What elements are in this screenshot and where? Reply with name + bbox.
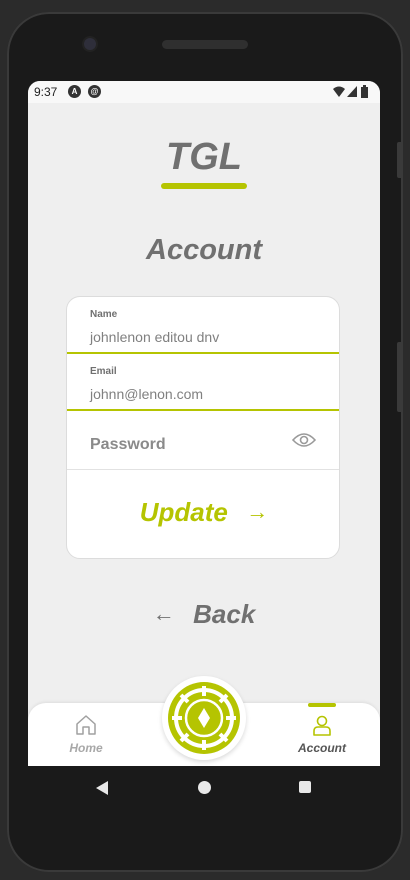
eye-icon[interactable] [292, 431, 316, 449]
page-title: Account [146, 234, 262, 266]
system-recents-icon[interactable] [299, 781, 311, 793]
wifi-icon [333, 86, 345, 97]
system-back-icon[interactable] [96, 781, 108, 795]
sync-notification-icon: @ [88, 85, 101, 98]
home-icon [76, 715, 96, 735]
password-divider [67, 469, 339, 470]
front-camera [84, 38, 96, 50]
app-notification-icon: A [68, 85, 81, 98]
nav-item-home[interactable]: Home [46, 703, 126, 766]
app-screen: 9:37 A @ TGL Account Name johnlenon edit… [28, 81, 380, 766]
email-underline [67, 409, 339, 411]
app-logo: TGL [166, 136, 242, 178]
nav-item-account[interactable]: Account [282, 703, 362, 766]
update-button[interactable]: Update → [67, 497, 339, 528]
arrow-right-icon: → [246, 499, 269, 524]
email-label: Email [90, 366, 117, 377]
status-bar: 9:37 A @ [28, 81, 380, 103]
earpiece-speaker [162, 40, 248, 49]
game-chip-icon [172, 686, 236, 750]
volume-button [397, 342, 403, 412]
battery-icon [361, 85, 368, 98]
signal-icon [347, 86, 357, 97]
active-tab-indicator [308, 703, 336, 707]
name-input[interactable]: johnlenon editou dnv [90, 329, 219, 345]
new-bet-fab[interactable] [162, 676, 246, 760]
password-input[interactable]: Password [90, 436, 166, 454]
name-label: Name [90, 309, 118, 320]
arrow-left-icon: ← [152, 601, 175, 626]
back-button[interactable]: ← Back [28, 599, 380, 630]
nav-home-label: Home [69, 741, 103, 755]
power-button [397, 142, 403, 178]
user-icon [313, 715, 331, 736]
fab-inner [168, 682, 240, 754]
account-form-card: Name johnlenon editou dnv Email johnn@le… [66, 296, 340, 559]
back-label: Back [193, 599, 256, 629]
logo-underline [161, 183, 247, 189]
status-time: 9:37 [34, 85, 58, 99]
system-home-icon[interactable] [198, 781, 211, 794]
nav-account-label: Account [298, 741, 346, 755]
name-field[interactable]: Name johnlenon editou dnv [67, 297, 339, 354]
system-navigation-bar [28, 766, 380, 810]
update-label: Update [139, 497, 228, 527]
email-input[interactable]: johnn@lenon.com [90, 386, 203, 402]
email-field[interactable]: Email johnn@lenon.com [67, 354, 339, 411]
